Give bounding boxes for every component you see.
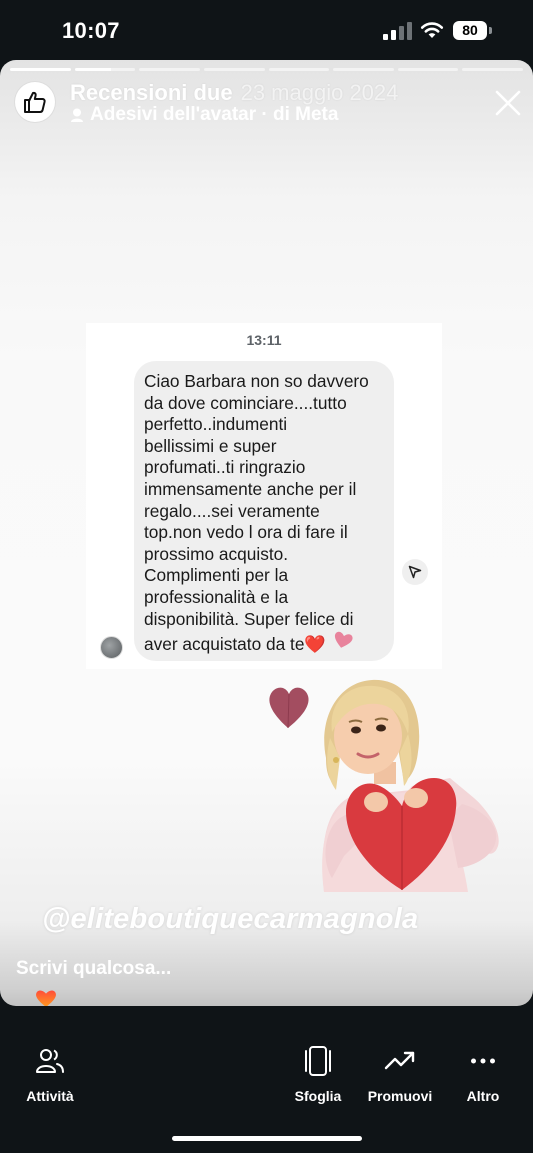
nav-sfoglia-label: Sfoglia [294,1088,342,1104]
thumbs-up-icon [24,91,46,113]
people-icon [33,1044,67,1078]
mention-sticker[interactable]: @eliteboutiquecarmagnola [42,903,418,936]
story-progress-segment [397,68,459,71]
avatar-sticker [269,679,499,892]
message-bubble: Ciao Barbara non so davvero da dove comi… [134,361,394,661]
chat-screenshot: 13:11 Ciao Barbara non so davvero da dov… [86,323,442,669]
share-button [402,559,428,585]
bottom-toolbar: Attività Sfoglia Promuovi Altro [0,1006,533,1153]
story-title-text: Recensioni due [70,80,233,105]
message-body: Ciao Barbara non so davvero da dove comi… [144,371,369,655]
story-subtitle-text: Adesivi dell'avatar · di Meta [90,104,339,125]
wifi-icon [420,22,444,38]
avatar-sticker-icon [71,108,83,122]
share-icon [408,565,422,579]
story-avatar[interactable] [15,82,55,122]
nav-altro[interactable]: Altro [458,1044,508,1104]
story-progress-segment [10,68,71,71]
nav-promuovi-label: Promuovi [367,1088,433,1104]
nav-attivita[interactable]: Attività [20,1044,80,1104]
battery-tip [489,27,492,34]
story-title[interactable]: Recensioni due 23 maggio 2024 [70,80,398,106]
trend-up-icon [383,1044,417,1078]
story-progress-segment [139,68,200,71]
more-icon [466,1044,500,1078]
nav-promuovi[interactable]: Promuovi [363,1044,437,1104]
heart-emoji-icon [334,631,353,648]
story-progress-segment [203,68,265,71]
story-progress-segment [333,68,394,71]
story-progress-segment [74,68,136,71]
home-indicator[interactable] [172,1136,362,1141]
nav-sfoglia[interactable]: Sfoglia [288,1044,348,1104]
story-viewer[interactable]: Recensioni due 23 maggio 2024 Adesivi del… [0,60,533,1006]
signal-icon [383,22,412,40]
status-time: 10:07 [62,18,120,43]
close-icon[interactable] [493,88,523,118]
nav-attivita-label: Attività [26,1088,74,1104]
sender-avatar [100,636,123,659]
battery-icon: 80 [453,21,487,40]
chat-timestamp: 13:11 [246,332,282,348]
status-bar: 10:07 80 [0,0,533,60]
reply-input[interactable]: Scrivi qualcosa... [16,958,171,980]
story-subtitle[interactable]: Adesivi dell'avatar · di Meta [70,104,338,126]
nav-altro-label: Altro [466,1088,500,1104]
story-progress-segment [268,68,330,71]
story-date: 23 maggio 2024 [240,80,399,105]
story-progress-segment [462,68,523,71]
carousel-icon [301,1044,335,1078]
message-text: Ciao Barbara non so davvero da dove comi… [144,371,384,656]
heart-icon[interactable] [34,988,58,1006]
